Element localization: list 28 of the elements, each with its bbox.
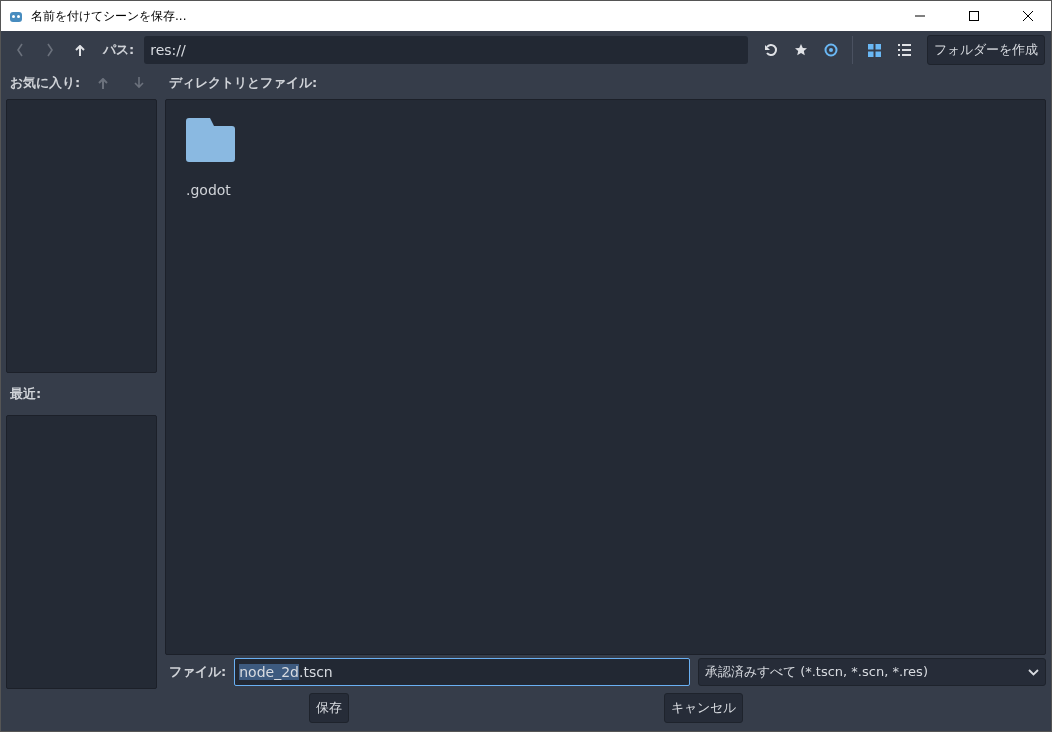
list-view-icon	[897, 44, 911, 56]
app-logo-icon	[9, 9, 23, 23]
file-label: ファイル:	[168, 663, 227, 681]
chevron-right-icon	[46, 43, 54, 57]
eye-icon	[824, 43, 838, 57]
chevron-down-icon	[1028, 668, 1039, 676]
file-name-field[interactable]: node_2d.tscn	[234, 658, 690, 686]
arrow-up-icon	[98, 77, 109, 89]
dialog-button[interactable]: キャンセル	[664, 693, 744, 723]
grid-view-icon	[867, 43, 881, 57]
path-field[interactable]: res://	[144, 36, 748, 64]
chevron-left-icon	[16, 43, 24, 57]
path-label: パス:	[103, 41, 135, 59]
files-label: ディレクトリとファイル:	[169, 74, 318, 92]
dialog-button[interactable]: 保存	[308, 693, 349, 723]
filter-dropdown[interactable]: 承認済みすべて (*.tscn, *.scn, *.res)	[698, 658, 1046, 686]
create-folder-button[interactable]: フォルダーを作成	[927, 35, 1045, 65]
arrow-up-icon	[75, 44, 85, 56]
refresh-icon	[764, 43, 778, 57]
favorites-label: お気に入り:	[10, 74, 81, 92]
close-icon	[1023, 11, 1033, 21]
window-title: 名前を付けてシーンを保存...	[31, 7, 188, 25]
folder-icon	[186, 118, 235, 162]
recent-label: 最近:	[10, 385, 42, 403]
maximize-icon	[969, 11, 979, 21]
star-icon	[794, 43, 808, 57]
file-name[interactable]: .godot	[186, 182, 231, 198]
arrow-down-icon	[134, 76, 145, 90]
